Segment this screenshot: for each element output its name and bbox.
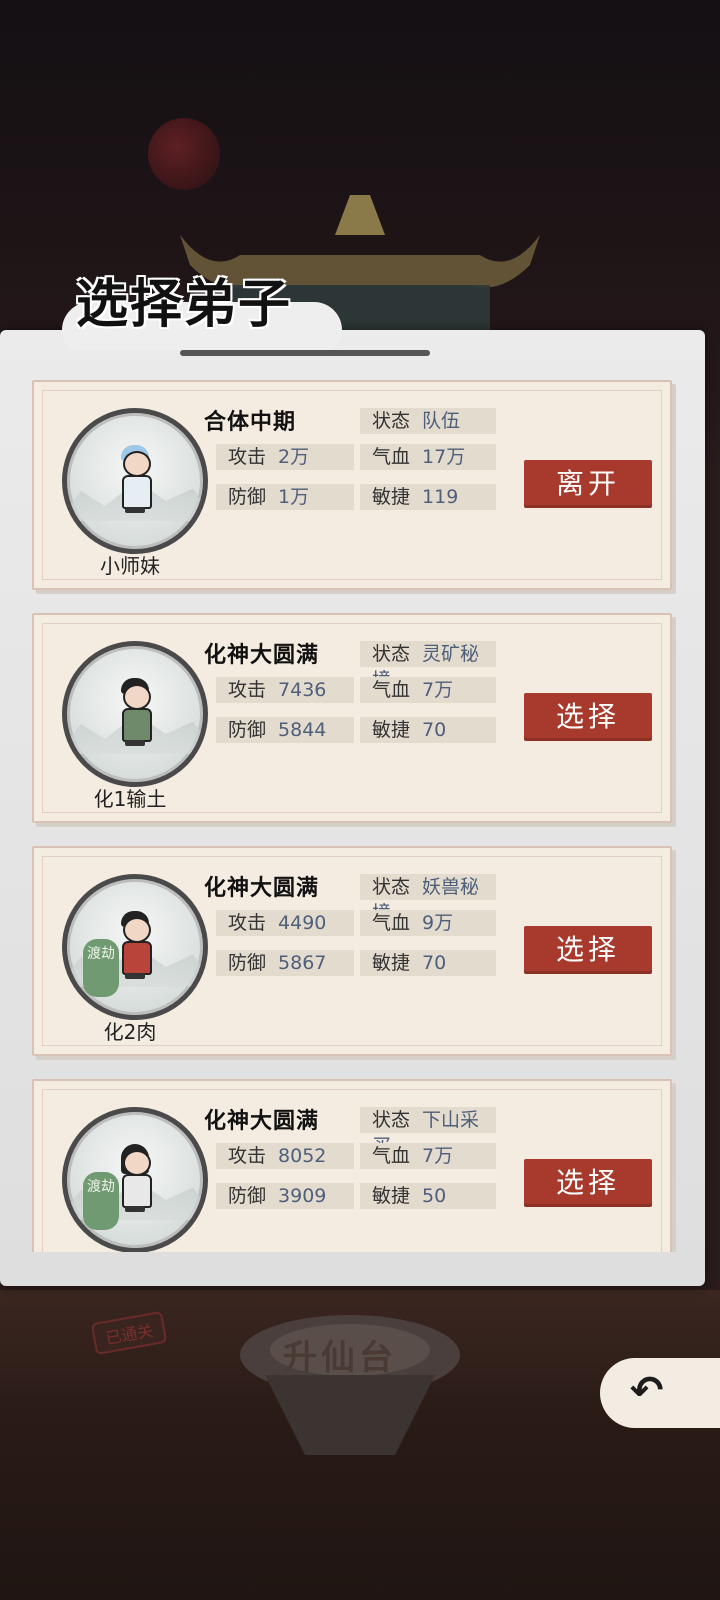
- character-sprite: [119, 445, 152, 515]
- stat-hp: 气血 7万: [360, 1143, 496, 1169]
- leave-button[interactable]: 离开: [524, 460, 652, 508]
- back-button[interactable]: ↶: [600, 1358, 720, 1428]
- stat-attack: 攻击 2万: [216, 444, 354, 470]
- title-underline: [180, 350, 430, 356]
- select-disciple-panel: 小师妹 合体中期 状态 队伍 攻击 2万 气血 17万 防御 1万 敏捷 119 离开 化…: [0, 330, 705, 1286]
- disciple-card: 化1输土 化神大圆满 状态灵矿秘境 攻击7436 气血7万 防御5844 敏捷7…: [32, 613, 672, 823]
- disciple-realm: 化神大圆满: [204, 1109, 320, 1134]
- stat-hp: 气血 7万: [360, 677, 496, 703]
- stage-label: 升仙台: [283, 1338, 397, 1378]
- stat-state: 状态灵矿秘境: [360, 641, 496, 691]
- stat-hp: 气血 9万: [360, 910, 496, 936]
- disciple-realm: 化神大圆满: [204, 876, 320, 901]
- disciple-realm: 合体中期: [204, 410, 297, 435]
- stat-defense: 防御 1万: [216, 484, 354, 510]
- disciple-list[interactable]: 小师妹 合体中期 状态 队伍 攻击 2万 气血 17万 防御 1万 敏捷 119 离开 化…: [28, 340, 688, 1252]
- disciple-realm: 化神大圆满: [204, 643, 320, 668]
- disciple-portrait: [62, 641, 208, 787]
- stat-attack: 攻击 8052: [216, 1143, 354, 1169]
- stat-state: 状态 队伍: [360, 408, 496, 434]
- disciple-card: 渡劫 化神大圆满 状态下山采买 攻击8052 气血7万 防御3909 敏捷50 …: [32, 1079, 672, 1252]
- stat-hp: 气血 17万: [360, 444, 496, 470]
- stat-defense: 防御 5867: [216, 950, 354, 976]
- stat-state: 状态妖兽秘境: [360, 874, 496, 924]
- title-banner: 选择弟子: [62, 262, 342, 362]
- stat-defense: 防御 5844: [216, 717, 354, 743]
- page-title: 选择弟子: [76, 274, 293, 335]
- disciple-card: 渡劫 化2肉 化神大圆满 状态妖兽秘境 攻击4490 气血9万 防御5867 敏…: [32, 846, 672, 1056]
- disciple-portrait: 渡劫: [62, 1107, 208, 1252]
- stat-state: 状态下山采买: [360, 1107, 496, 1157]
- character-sprite: [119, 1144, 152, 1214]
- stat-attack: 攻击 7436: [216, 677, 354, 703]
- moon: [148, 118, 220, 190]
- select-button[interactable]: 选择: [524, 926, 652, 974]
- disciple-name: 小师妹: [100, 554, 160, 578]
- disciple-portrait: 渡劫: [62, 874, 208, 1020]
- stat-agility: 敏捷 70: [360, 950, 496, 976]
- stat-agility: 敏捷 119: [360, 484, 496, 510]
- back-arrow-icon: ↶: [630, 1368, 664, 1414]
- dujie-badge: 渡劫: [83, 1172, 119, 1230]
- stat-defense: 防御 3909: [216, 1183, 354, 1209]
- stat-agility: 敏捷 70: [360, 717, 496, 743]
- character-sprite: [119, 678, 152, 748]
- stat-agility: 敏捷 50: [360, 1183, 496, 1209]
- select-button[interactable]: 选择: [524, 1159, 652, 1207]
- disciple-name: 化1输土: [93, 787, 167, 811]
- select-button[interactable]: 选择: [524, 693, 652, 741]
- stat-attack: 攻击 4490: [216, 910, 354, 936]
- disciple-card: 小师妹 合体中期 状态 队伍 攻击 2万 气血 17万 防御 1万 敏捷 119 离开: [32, 380, 672, 590]
- dujie-badge: 渡劫: [83, 939, 119, 997]
- character-sprite: [119, 911, 152, 981]
- disciple-name: 化2肉: [103, 1020, 157, 1044]
- disciple-portrait: [62, 408, 208, 554]
